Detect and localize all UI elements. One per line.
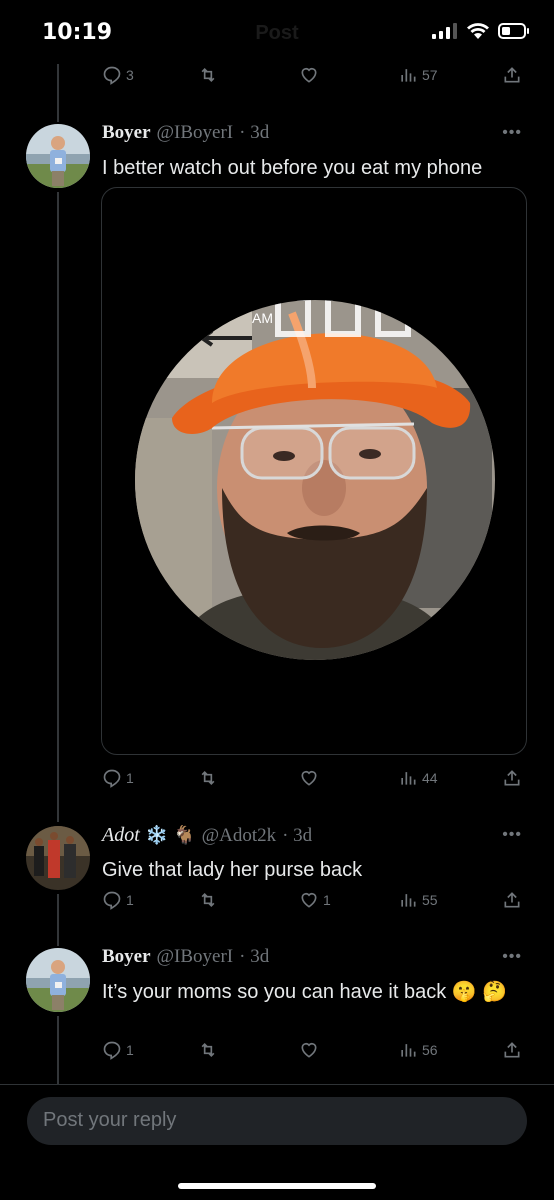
tweet-header: Boyer @IBoyerI · 3d bbox=[102, 946, 269, 968]
thread-line bbox=[57, 1016, 59, 1084]
display-name[interactable]: Boyer bbox=[102, 946, 151, 968]
share-button[interactable] bbox=[502, 65, 522, 85]
views-count: 44 bbox=[422, 770, 438, 786]
avatar[interactable] bbox=[26, 826, 90, 890]
status-bar: Post 10:19 bbox=[0, 0, 554, 64]
timestamp: · 3d bbox=[239, 946, 270, 967]
status-icons bbox=[432, 22, 530, 40]
analytics-icon bbox=[401, 772, 416, 785]
avatar[interactable] bbox=[26, 124, 90, 188]
retweet-icon bbox=[201, 1042, 215, 1058]
reply-count: 3 bbox=[126, 67, 134, 83]
heart-icon bbox=[301, 892, 317, 908]
cellular-signal-icon bbox=[432, 23, 457, 39]
reply-icon bbox=[103, 1041, 121, 1060]
like-button[interactable]: 1 bbox=[299, 890, 331, 910]
timestamp: · 3d bbox=[282, 824, 313, 846]
heart-icon bbox=[301, 770, 317, 786]
reply-count: 1 bbox=[126, 1042, 134, 1058]
reply-button[interactable]: 1 bbox=[102, 768, 134, 788]
retweet-button[interactable] bbox=[198, 768, 218, 788]
more-options-icon[interactable]: ••• bbox=[502, 124, 522, 142]
like-count: 1 bbox=[323, 892, 331, 908]
share-button[interactable] bbox=[502, 890, 522, 910]
retweet-button[interactable] bbox=[198, 65, 218, 85]
heart-icon bbox=[301, 67, 317, 83]
tweet-actions: 3 57 bbox=[102, 65, 526, 89]
more-options-icon[interactable]: ••• bbox=[502, 948, 522, 966]
like-button[interactable] bbox=[299, 1040, 319, 1060]
reply-icon bbox=[103, 891, 121, 910]
username[interactable]: @IBoyerI bbox=[157, 122, 234, 144]
reply-count: 1 bbox=[126, 892, 134, 908]
clock-overlay-label: AM bbox=[252, 310, 273, 326]
views-button[interactable]: 55 bbox=[398, 890, 438, 910]
username[interactable]: @IBoyerI bbox=[157, 946, 234, 968]
tweet-header: Adot ❄️ 🐐 @Adot2k · 3d bbox=[102, 824, 312, 847]
views-button[interactable]: 56 bbox=[398, 1040, 438, 1060]
share-icon bbox=[504, 67, 520, 83]
tweet-text: I better watch out before you eat my pho… bbox=[102, 157, 483, 179]
tweet-actions: 1 1 55 bbox=[102, 890, 526, 914]
username[interactable]: @Adot2k bbox=[202, 825, 277, 847]
like-button[interactable] bbox=[299, 768, 319, 788]
reply-button[interactable]: 1 bbox=[102, 1040, 134, 1060]
like-button[interactable] bbox=[299, 65, 319, 85]
retweet-button[interactable] bbox=[198, 1040, 218, 1060]
wifi-icon bbox=[467, 23, 489, 39]
display-name[interactable]: Adot bbox=[102, 824, 140, 847]
reply-input[interactable]: Post your reply bbox=[27, 1097, 527, 1145]
views-count: 57 bbox=[422, 67, 438, 83]
reply-button[interactable]: 3 bbox=[102, 65, 134, 85]
reply-bar: Post your reply bbox=[0, 1084, 554, 1200]
tweet-text: Give that lady her purse back bbox=[102, 859, 363, 881]
name-emoji: ❄️ 🐐 bbox=[145, 825, 196, 845]
retweet-icon bbox=[201, 770, 215, 786]
tweet-actions: 1 56 bbox=[102, 1040, 526, 1064]
analytics-icon bbox=[401, 1044, 416, 1057]
thread-line bbox=[57, 894, 59, 946]
more-options-icon[interactable]: ••• bbox=[502, 826, 522, 844]
analytics-icon bbox=[401, 894, 416, 907]
avatar[interactable] bbox=[26, 948, 90, 1012]
share-button[interactable] bbox=[502, 1040, 522, 1060]
retweet-icon bbox=[201, 67, 215, 83]
retweet-icon bbox=[201, 892, 215, 908]
share-icon bbox=[504, 770, 520, 786]
views-count: 55 bbox=[422, 892, 438, 908]
share-button[interactable] bbox=[502, 768, 522, 788]
reply-icon bbox=[103, 769, 121, 788]
analytics-icon bbox=[401, 69, 416, 82]
views-button[interactable]: 57 bbox=[398, 65, 438, 85]
retweet-button[interactable] bbox=[198, 890, 218, 910]
tweet-header: Boyer @IBoyerI · 3d bbox=[102, 122, 269, 144]
views-button[interactable]: 44 bbox=[398, 768, 438, 788]
thread-line bbox=[57, 192, 59, 822]
display-name[interactable]: Boyer bbox=[102, 122, 151, 144]
home-indicator[interactable] bbox=[178, 1183, 376, 1189]
reply-count: 1 bbox=[126, 770, 134, 786]
tweet-text: It’s your moms so you can have it back 🤫… bbox=[102, 981, 508, 1003]
timestamp: · 3d bbox=[239, 122, 270, 143]
reply-button[interactable]: 1 bbox=[102, 890, 134, 910]
heart-icon bbox=[301, 1042, 317, 1058]
tweet-actions: 1 44 bbox=[102, 768, 526, 792]
reply-icon bbox=[103, 66, 121, 85]
share-icon bbox=[504, 892, 520, 908]
tweet-media[interactable]: AM bbox=[101, 187, 527, 755]
views-count: 56 bbox=[422, 1042, 438, 1058]
thread-line bbox=[57, 64, 59, 122]
share-icon bbox=[504, 1042, 520, 1058]
status-time: 10:19 bbox=[42, 20, 113, 45]
selfie-photo: AM bbox=[135, 300, 495, 660]
battery-icon bbox=[498, 23, 529, 39]
